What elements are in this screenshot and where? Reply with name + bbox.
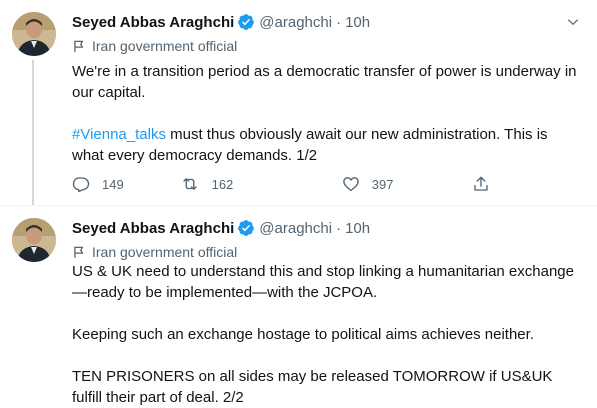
tweet-paragraph: TEN PRISONERS on all sides may be releas… — [72, 368, 553, 406]
retweet-count: 162 — [211, 176, 234, 192]
share-icon — [474, 176, 488, 191]
retweet-button[interactable]: 162 — [180, 175, 321, 193]
author-handle[interactable]: @araghchi — [259, 220, 332, 237]
reply-count: 149 — [102, 176, 124, 192]
tweet[interactable]: Seyed Abbas Araghchi @araghchi · 10h Ira… — [0, 0, 597, 206]
retweet-icon — [182, 178, 197, 190]
tweet-text: US & UK need to understand this and stop… — [72, 261, 582, 408]
separator-dot: · — [336, 13, 342, 31]
tweet-header: Seyed Abbas Araghchi @araghchi · 10h — [72, 11, 370, 33]
share-button[interactable] — [472, 175, 502, 193]
tweet-paragraph: US & UK need to understand this and stop… — [72, 263, 574, 301]
reply-button[interactable]: 149 — [72, 175, 179, 193]
timestamp[interactable]: 10h — [345, 220, 370, 237]
tweet-paragraph: Keeping such an exchange hostage to poli… — [72, 326, 534, 343]
verified-badge-icon — [237, 219, 255, 237]
chevron-down-icon[interactable] — [563, 12, 583, 32]
like-count: 397 — [371, 176, 394, 192]
government-label: Iran government official — [72, 243, 237, 261]
government-label: Iran government official — [72, 37, 237, 55]
label-text: Iran government official — [92, 244, 238, 260]
avatar[interactable] — [12, 12, 56, 56]
reply-icon — [72, 177, 90, 193]
tweet-paragraph: We're in a transition period as a democr… — [72, 63, 577, 101]
verified-badge-icon — [237, 13, 255, 31]
avatar[interactable] — [12, 218, 56, 262]
flag-icon — [74, 40, 84, 52]
like-button[interactable]: 397 — [342, 175, 472, 193]
author-name[interactable]: Seyed Abbas Araghchi — [72, 220, 234, 237]
tweet-actions: 149 162 397 — [72, 174, 502, 194]
heart-icon — [342, 177, 359, 192]
author-name[interactable]: Seyed Abbas Araghchi — [72, 14, 234, 31]
hashtag-link[interactable]: #Vienna_talks — [72, 126, 166, 143]
author-handle[interactable]: @araghchi — [259, 14, 332, 31]
label-text: Iran government official — [92, 38, 238, 54]
flag-icon — [74, 246, 84, 258]
timestamp[interactable]: 10h — [345, 14, 370, 31]
thread-line — [32, 60, 34, 205]
separator-dot: · — [336, 219, 342, 237]
tweet-header: Seyed Abbas Araghchi @araghchi · 10h — [72, 217, 370, 239]
tweet-paragraph: #Vienna_talks must thus obviously await … — [72, 124, 582, 166]
tweet-text: We're in a transition period as a democr… — [72, 61, 582, 166]
